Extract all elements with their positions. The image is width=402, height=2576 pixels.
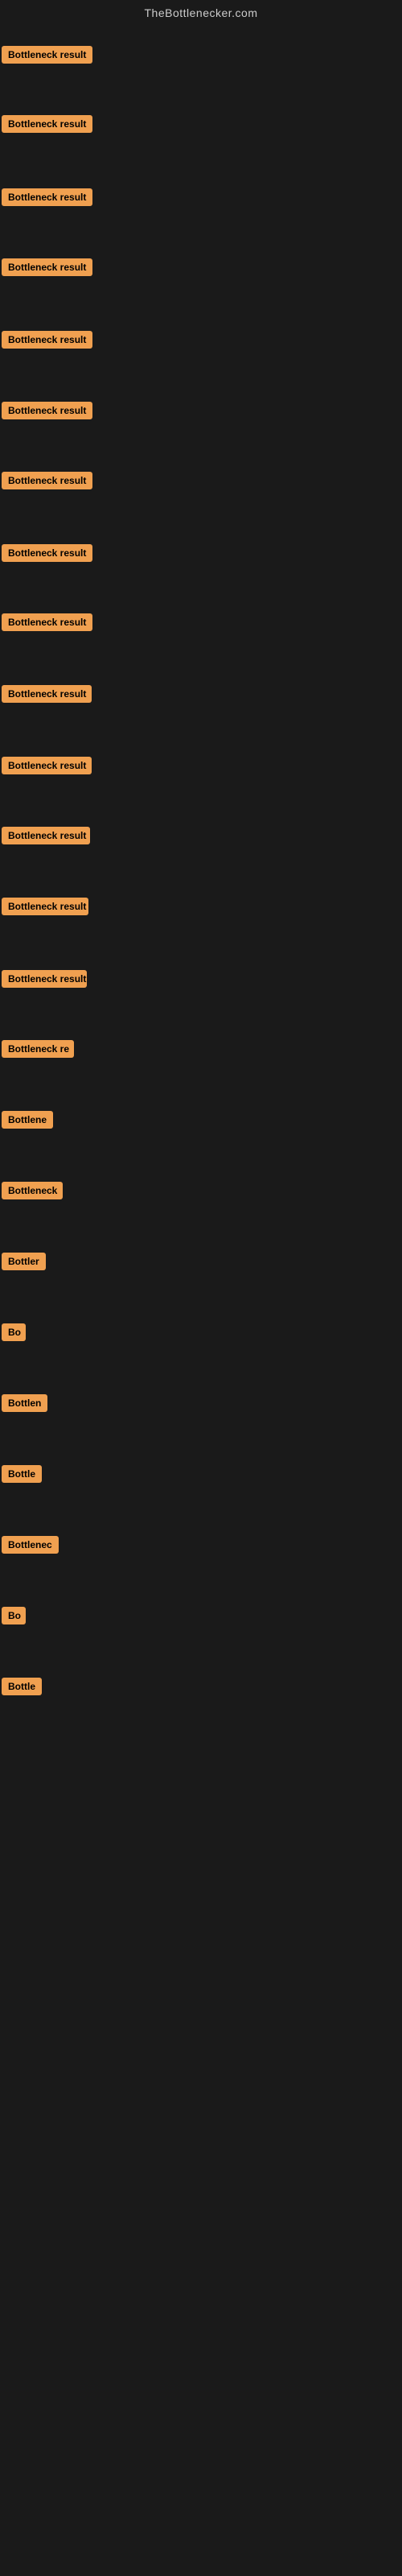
result-row: Bottleneck result xyxy=(2,402,92,423)
bottleneck-badge[interactable]: Bo xyxy=(2,1323,26,1341)
bottleneck-badge[interactable]: Bottleneck result xyxy=(2,970,87,988)
bottleneck-badge[interactable]: Bottler xyxy=(2,1253,46,1270)
result-row: Bottleneck result xyxy=(2,544,92,566)
result-row: Bo xyxy=(2,1323,26,1345)
result-row: Bottleneck result xyxy=(2,827,90,848)
bottleneck-badge[interactable]: Bottleneck result xyxy=(2,188,92,206)
result-row: Bottleneck result xyxy=(2,970,87,992)
result-row: Bottleneck result xyxy=(2,188,92,210)
result-row: Bottleneck result xyxy=(2,258,92,280)
bottleneck-badge[interactable]: Bottleneck result xyxy=(2,402,92,419)
bottleneck-badge[interactable]: Bottleneck result xyxy=(2,331,92,349)
result-row: Bottlene xyxy=(2,1111,53,1133)
result-row: Bottleneck result xyxy=(2,115,92,137)
bottleneck-badge[interactable]: Bottlene xyxy=(2,1111,53,1129)
result-row: Bottleneck result xyxy=(2,685,92,707)
bottleneck-badge[interactable]: Bottleneck result xyxy=(2,685,92,703)
result-row: Bottle xyxy=(2,1465,42,1487)
bottleneck-badge[interactable]: Bottleneck result xyxy=(2,46,92,64)
bottleneck-badge[interactable]: Bo xyxy=(2,1607,26,1624)
result-row: Bottleneck result xyxy=(2,613,92,635)
site-title: TheBottlenecker.com xyxy=(0,0,402,23)
bottleneck-badge[interactable]: Bottleneck result xyxy=(2,544,92,562)
result-row: Bottler xyxy=(2,1253,46,1274)
bottleneck-badge[interactable]: Bottleneck result xyxy=(2,827,90,844)
bottleneck-badge[interactable]: Bottleneck result xyxy=(2,613,92,631)
bottleneck-badge[interactable]: Bottlen xyxy=(2,1394,47,1412)
result-row: Bottleneck result xyxy=(2,472,92,493)
result-row: Bo xyxy=(2,1607,26,1629)
bottleneck-badge[interactable]: Bottleneck result xyxy=(2,115,92,133)
result-row: Bottleneck result xyxy=(2,757,92,778)
bottleneck-badge[interactable]: Bottle xyxy=(2,1678,42,1695)
bottleneck-badge[interactable]: Bottleneck xyxy=(2,1182,63,1199)
bottleneck-badge[interactable]: Bottle xyxy=(2,1465,42,1483)
bottleneck-badge[interactable]: Bottleneck result xyxy=(2,898,88,915)
bottleneck-badge[interactable]: Bottleneck result xyxy=(2,472,92,489)
result-row: Bottleneck result xyxy=(2,331,92,353)
result-row: Bottleneck result xyxy=(2,898,88,919)
bottleneck-badge[interactable]: Bottlenec xyxy=(2,1536,59,1554)
result-row: Bottlenec xyxy=(2,1536,59,1558)
result-row: Bottle xyxy=(2,1678,42,1699)
result-row: Bottleneck xyxy=(2,1182,63,1203)
bottleneck-badge[interactable]: Bottleneck result xyxy=(2,757,92,774)
result-row: Bottleneck re xyxy=(2,1040,74,1062)
result-row: Bottlen xyxy=(2,1394,47,1416)
bottleneck-badge[interactable]: Bottleneck result xyxy=(2,258,92,276)
bottleneck-badge[interactable]: Bottleneck re xyxy=(2,1040,74,1058)
result-row: Bottleneck result xyxy=(2,46,92,68)
